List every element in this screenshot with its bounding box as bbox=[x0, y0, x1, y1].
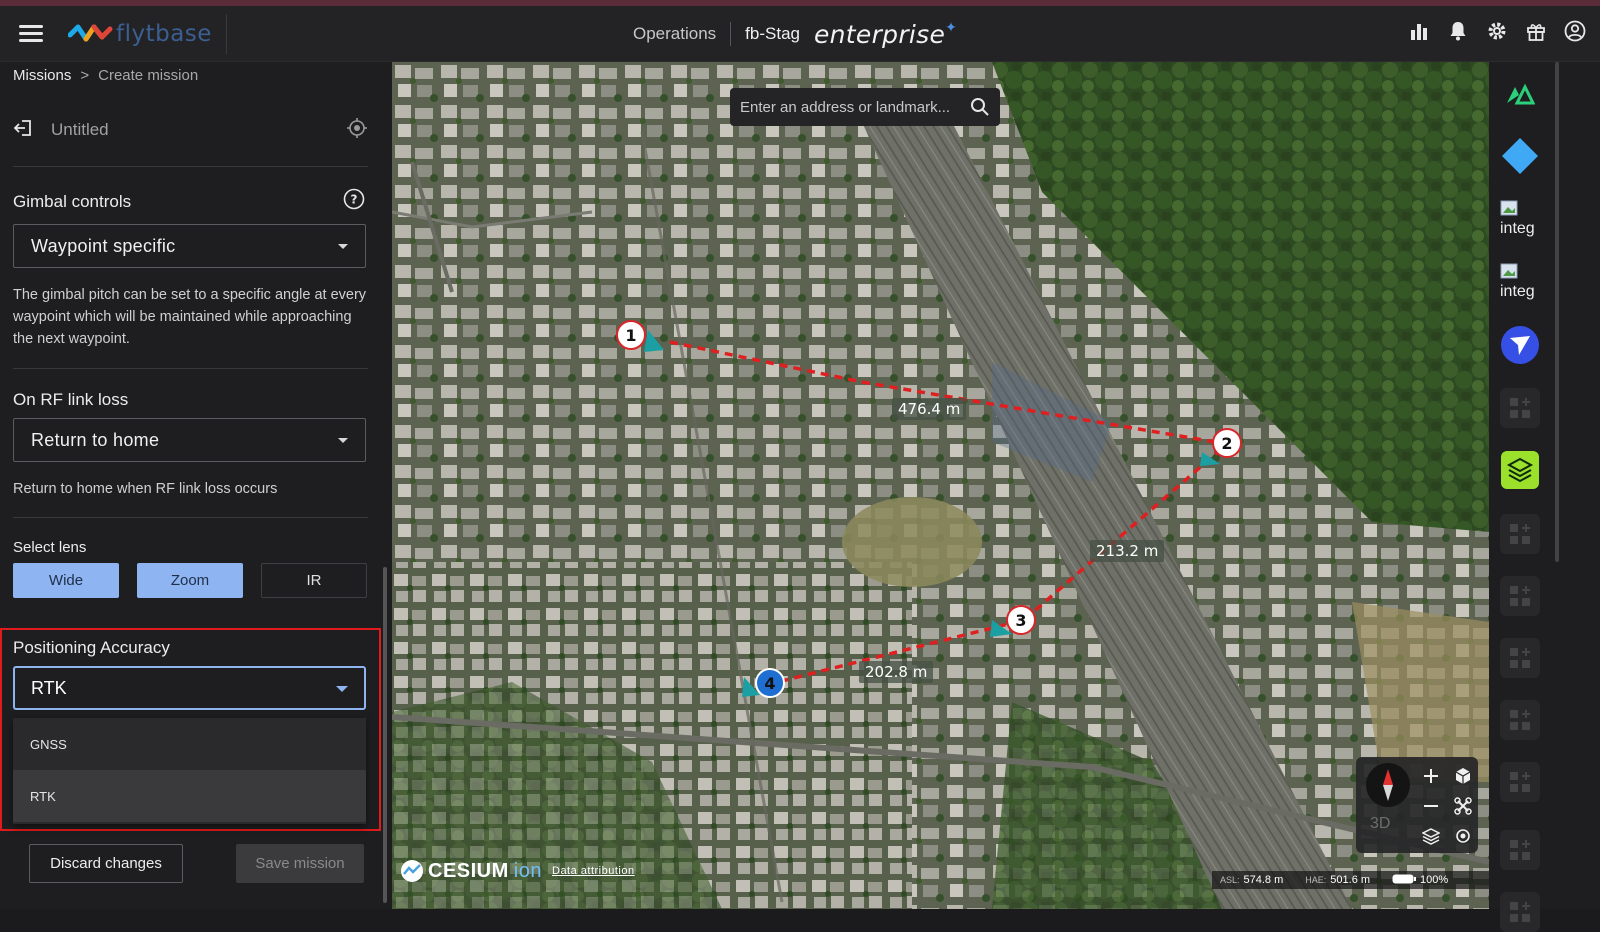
gimbal-description: The gimbal pitch can be set to a specifi… bbox=[13, 287, 367, 347]
breadcrumb: Missions > Create mission bbox=[13, 67, 199, 84]
divider bbox=[13, 166, 368, 167]
map-view[interactable]: Enter an address or landmark... 1 2 3 4 … bbox=[392, 62, 1489, 909]
divider bbox=[13, 368, 368, 369]
org-name[interactable]: fb-Stag bbox=[745, 24, 800, 44]
view-mode-toggle[interactable]: 3D bbox=[1370, 815, 1390, 833]
waypoint-marker[interactable]: 2 bbox=[1212, 428, 1242, 458]
top-bar: flytbase Operations fb-Stag enterprise✦ bbox=[0, 6, 1600, 62]
gimbal-controls-label: Gimbal controls bbox=[13, 192, 132, 211]
rf-link-value: Return to home bbox=[31, 429, 160, 450]
data-attribution-link[interactable]: Data attribution bbox=[552, 865, 635, 877]
positioning-accuracy-dropdown: GNSS RTK bbox=[13, 718, 366, 824]
layers-icon[interactable] bbox=[1418, 823, 1444, 849]
locate-mission-icon[interactable] bbox=[346, 117, 368, 144]
satellite-map-image bbox=[392, 62, 1489, 909]
account-icon[interactable] bbox=[1564, 20, 1586, 42]
panel-scrollbar[interactable] bbox=[383, 567, 387, 903]
waypoint-marker[interactable]: 3 bbox=[1006, 605, 1036, 635]
cesium-ion: ion bbox=[513, 859, 542, 882]
logo-text: flytbase bbox=[116, 20, 212, 47]
integration-image-icon[interactable] bbox=[1500, 263, 1518, 284]
flytbase-logo-mark-icon bbox=[68, 24, 113, 41]
integration-label[interactable]: integ bbox=[1500, 220, 1535, 238]
integrations-bar: integ integ bbox=[1489, 62, 1600, 932]
positioning-accuracy-select[interactable]: RTK bbox=[13, 666, 366, 710]
zoom-level: 100% bbox=[1420, 874, 1449, 886]
integration-label[interactable]: integ bbox=[1500, 283, 1535, 301]
empty-app-slot-icon[interactable] bbox=[1500, 638, 1540, 678]
save-mission-button[interactable]: Save mission bbox=[236, 844, 364, 883]
zoom-in-icon[interactable] bbox=[1418, 763, 1444, 789]
cube-view-icon[interactable] bbox=[1450, 763, 1476, 789]
breadcrumb-current: Create mission bbox=[98, 67, 199, 84]
map-status-bar: ASL: 574.8 m HAE: 501.6 m 100% bbox=[1212, 871, 1489, 889]
empty-app-slot-icon[interactable] bbox=[1500, 514, 1540, 554]
waypoint-marker[interactable]: 4 bbox=[755, 668, 785, 698]
breadcrumb-missions[interactable]: Missions bbox=[13, 67, 71, 84]
lens-ir-button[interactable]: IR bbox=[261, 563, 367, 598]
menu-icon[interactable] bbox=[19, 24, 43, 43]
segment-distance-label: 476.4 m bbox=[892, 398, 967, 420]
recenter-icon[interactable] bbox=[1450, 823, 1476, 849]
empty-app-slot-icon[interactable] bbox=[1500, 700, 1540, 740]
layers-app-icon[interactable] bbox=[1500, 450, 1540, 490]
hae-value: 501.6 m bbox=[1330, 874, 1371, 886]
search-placeholder: Enter an address or landmark... bbox=[740, 98, 951, 116]
integrations-scrollbar[interactable] bbox=[1555, 62, 1559, 562]
lens-zoom-button[interactable]: Zoom bbox=[137, 563, 243, 598]
bell-icon[interactable] bbox=[1447, 20, 1469, 42]
empty-app-slot-icon[interactable] bbox=[1500, 762, 1540, 802]
gear-icon[interactable] bbox=[1486, 20, 1508, 42]
cesium-logo-icon bbox=[401, 860, 423, 882]
divider bbox=[13, 517, 368, 518]
waypoint-marker[interactable]: 1 bbox=[616, 320, 646, 350]
positioning-accuracy-label: Positioning Accuracy bbox=[13, 638, 170, 657]
mission-title[interactable]: Untitled bbox=[51, 120, 346, 140]
gimbal-controls-select[interactable]: Waypoint specific bbox=[13, 224, 366, 268]
rf-link-label: On RF link loss bbox=[13, 390, 129, 409]
cesium-attribution: CESIUM ion Data attribution bbox=[400, 859, 635, 883]
help-icon[interactable]: ? bbox=[343, 188, 365, 215]
chevron-down-icon bbox=[338, 438, 348, 443]
operations-link[interactable]: Operations bbox=[633, 22, 732, 46]
empty-app-slot-icon[interactable] bbox=[1500, 830, 1540, 870]
flytbase-logo[interactable]: flytbase bbox=[68, 13, 227, 54]
integration-image-icon[interactable] bbox=[1500, 200, 1518, 221]
diamond-app-icon[interactable] bbox=[1500, 136, 1540, 176]
chevron-down-icon bbox=[338, 244, 348, 249]
discard-changes-button[interactable]: Discard changes bbox=[29, 844, 183, 883]
empty-app-slot-icon[interactable] bbox=[1500, 388, 1540, 428]
search-icon[interactable] bbox=[970, 97, 990, 121]
compass-icon[interactable] bbox=[1366, 763, 1410, 807]
drone-icon[interactable] bbox=[1450, 793, 1476, 819]
edition-label: enterprise✦ bbox=[813, 19, 958, 49]
battery-icon bbox=[1392, 874, 1417, 887]
mission-panel: Missions > Create mission Untitled Gimbal … bbox=[0, 62, 392, 909]
map-controls: 3D bbox=[1356, 757, 1478, 853]
segment-distance-label: 213.2 m bbox=[1090, 540, 1165, 562]
analytics-icon[interactable] bbox=[1408, 20, 1430, 42]
chevron-down-icon bbox=[336, 686, 348, 692]
gift-icon[interactable] bbox=[1525, 20, 1547, 42]
select-lens-label: Select lens bbox=[13, 539, 87, 556]
empty-app-slot-icon[interactable] bbox=[1500, 892, 1540, 932]
send-app-icon[interactable] bbox=[1500, 325, 1540, 365]
empty-app-slot-icon[interactable] bbox=[1500, 576, 1540, 616]
exit-icon[interactable] bbox=[13, 119, 33, 142]
asl-value: 574.8 m bbox=[1243, 874, 1284, 886]
rf-link-select[interactable]: Return to home bbox=[13, 418, 366, 462]
option-rtk[interactable]: RTK bbox=[13, 770, 366, 822]
lens-wide-button[interactable]: Wide bbox=[13, 563, 119, 598]
rf-link-description: Return to home when RF link loss occurs bbox=[13, 481, 278, 497]
positioning-accuracy-value: RTK bbox=[31, 677, 67, 698]
mission-title-row: Untitled bbox=[13, 112, 368, 148]
option-gnss[interactable]: GNSS bbox=[13, 718, 366, 770]
cesium-brand: CESIUM bbox=[428, 859, 509, 882]
segment-distance-label: 202.8 m bbox=[859, 661, 934, 683]
gimbal-controls-value: Waypoint specific bbox=[31, 235, 176, 256]
svg-text:?: ? bbox=[351, 193, 358, 207]
zoom-out-icon[interactable] bbox=[1418, 793, 1444, 819]
velocity-app-icon[interactable] bbox=[1500, 74, 1540, 114]
address-search-input[interactable]: Enter an address or landmark... bbox=[730, 88, 1000, 126]
